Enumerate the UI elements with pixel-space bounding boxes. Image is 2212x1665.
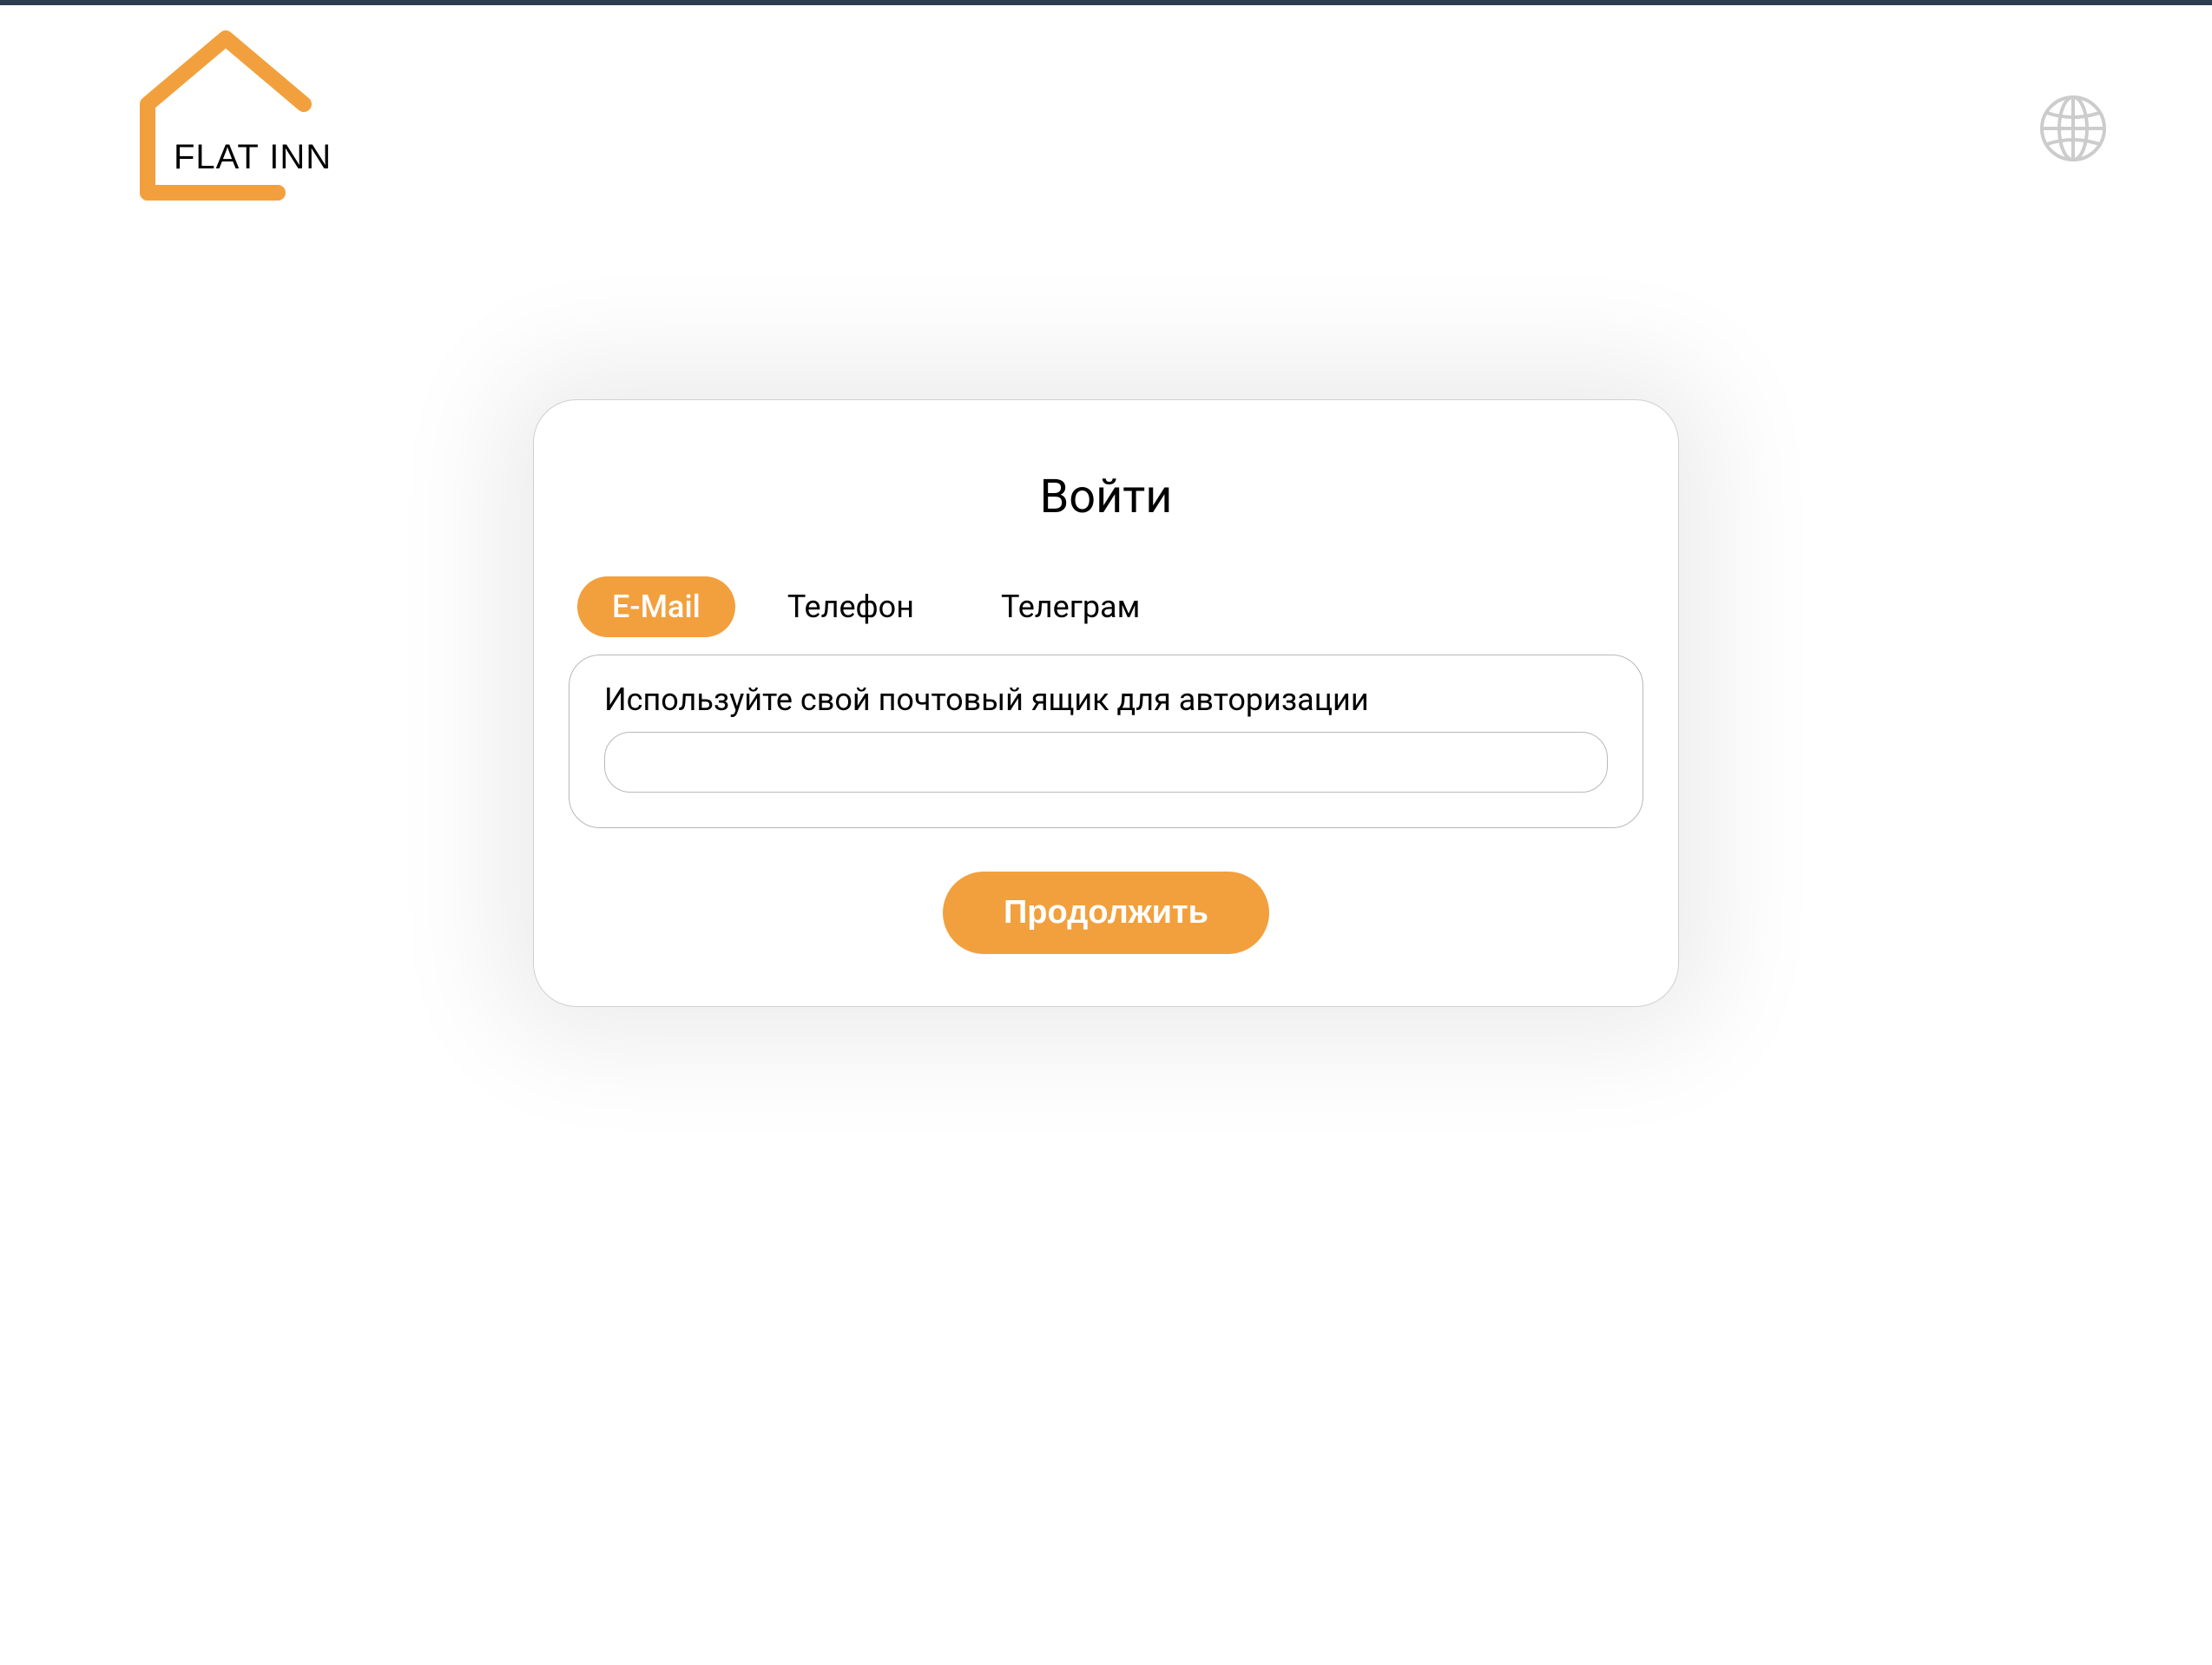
- svg-text:FLAT INN: FLAT INN: [174, 138, 332, 176]
- login-tabs: E-Mail Телефон Телеграм: [569, 576, 1643, 637]
- login-title: Войти: [569, 470, 1643, 524]
- tab-phone[interactable]: Телефон: [753, 576, 949, 637]
- header: FLAT INN: [0, 5, 2212, 201]
- login-card: Войти E-Mail Телефон Телеграм Используйт…: [533, 399, 1679, 1007]
- input-section: Используйте свой почтовый ящик для автор…: [569, 655, 1643, 828]
- continue-button[interactable]: Продолжить: [943, 872, 1269, 954]
- brand-logo[interactable]: FLAT INN: [122, 28, 399, 201]
- email-input-label: Используйте свой почтовый ящик для автор…: [604, 681, 1608, 718]
- email-input[interactable]: [604, 732, 1608, 793]
- language-globe-icon[interactable]: [2038, 94, 2108, 167]
- tab-telegram[interactable]: Телеграм: [966, 576, 1175, 637]
- tab-email[interactable]: E-Mail: [577, 576, 735, 637]
